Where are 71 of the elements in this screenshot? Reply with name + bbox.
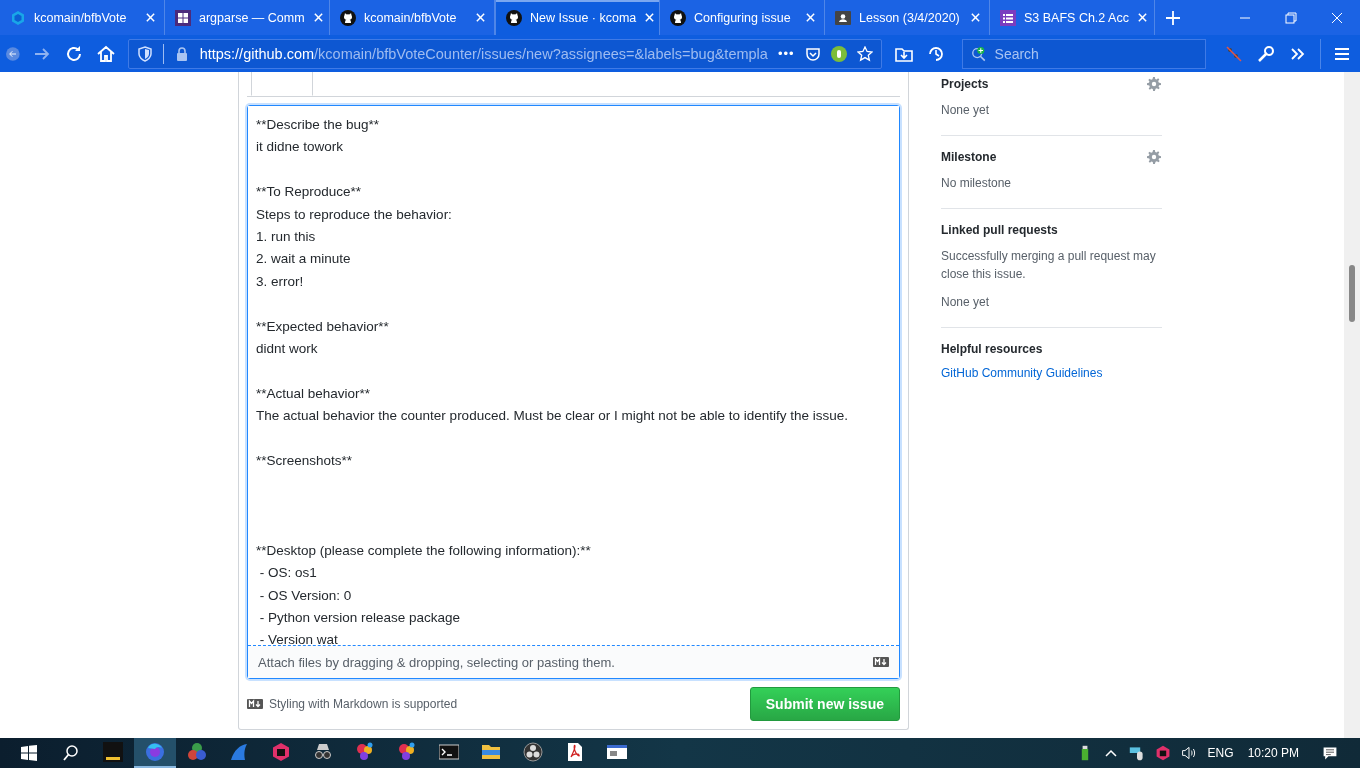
close-icon[interactable] — [475, 12, 486, 23]
cube-icon[interactable] — [1154, 745, 1171, 761]
search-icon — [970, 45, 987, 62]
markdown-icon — [247, 699, 263, 709]
browser-icon[interactable] — [145, 742, 165, 762]
search-field[interactable]: Search — [961, 38, 1206, 69]
tab-title: kcomain/bfbVote — [34, 10, 128, 25]
folder-icon[interactable] — [481, 742, 501, 762]
close-icon[interactable] — [1136, 12, 1148, 23]
list-icon — [1000, 9, 1016, 26]
section-heading: Helpful resources — [941, 342, 1043, 356]
address-bar[interactable]: https://github.com/kcomain/bfbVoteCounter/issues/new?assignees=&labels=bug&templa ••• — [127, 38, 882, 69]
tab-title: Configuring issue — [694, 10, 792, 25]
fin-icon[interactable] — [229, 742, 249, 762]
document-icon[interactable] — [565, 742, 585, 762]
cube-icon[interactable] — [271, 742, 291, 762]
search-input[interactable]: Search — [992, 44, 1197, 63]
guidelines-link[interactable]: GitHub Community Guidelines — [941, 366, 1103, 380]
close-icon[interactable] — [805, 12, 816, 23]
comment-field[interactable]: **Describe the bug** it didne towork **To Reproduce** Steps to reproduce the behavior: 1. run this 2. wait a minute 3. error! **Expected behavior** didnt work **Actual behavior** The actual behavior the counter produced. Must be clear or I might not be able to identify the issue. **Screenshots** **Desktop (please complete the following information):** - OS: os1 - OS Version: 0 - Python version release package - Version wat — [248, 106, 899, 646]
section-text: None yet — [941, 294, 991, 311]
tab-title: New Issue · kcoma — [530, 10, 637, 25]
star-icon[interactable] — [856, 45, 873, 62]
browser-tab[interactable]: New Issue · kcoma — [495, 0, 660, 35]
windows-logo-icon[interactable] — [19, 743, 39, 763]
shield-icon[interactable] — [136, 45, 153, 62]
record-icon[interactable] — [523, 742, 543, 762]
close-icon[interactable] — [312, 12, 324, 23]
settings-icon[interactable] — [1147, 150, 1161, 164]
home-icon[interactable] — [95, 43, 116, 64]
pocket-icon[interactable] — [804, 45, 821, 62]
section-heading: Projects — [941, 77, 989, 91]
section-heading: Linked pull requests — [941, 223, 1058, 237]
badge-icon[interactable] — [830, 45, 847, 62]
section-heading: Milestone — [941, 150, 997, 164]
spy-icon[interactable] — [313, 742, 333, 762]
cat-icon — [340, 9, 356, 26]
close-icon[interactable] — [644, 12, 656, 23]
paint-icon[interactable] — [355, 742, 375, 762]
language-indicator[interactable]: ENG — [1207, 746, 1234, 760]
paint-icon[interactable] — [397, 742, 417, 762]
terminal-icon[interactable] — [439, 742, 459, 762]
section-text: Successfully merging a pull request may close this issue. — [941, 248, 1157, 283]
close-icon[interactable] — [970, 12, 981, 23]
new-tab-icon[interactable] — [1165, 9, 1181, 26]
tab-title: Lesson (3/4/2020) — [859, 10, 961, 25]
url-text: https://github.com/kcomain/bfbVoteCounter/issues/new?assignees=&labels=bug&templa — [199, 45, 768, 62]
markdown-icon — [873, 657, 889, 667]
search-icon[interactable] — [61, 743, 81, 763]
section-text: None yet — [941, 102, 991, 119]
app-icon[interactable] — [103, 742, 123, 762]
volume-icon[interactable] — [1180, 745, 1197, 761]
cat-icon — [506, 9, 522, 26]
window-icon[interactable] — [607, 742, 627, 762]
circles-icon[interactable] — [187, 742, 207, 762]
more-button[interactable]: ••• — [777, 46, 795, 61]
settings-icon[interactable] — [1147, 77, 1161, 91]
keyboard-mouse-icon[interactable] — [1128, 745, 1145, 761]
person-card-icon — [835, 9, 851, 26]
close-icon[interactable] — [145, 12, 156, 23]
markdown-note[interactable]: Styling with Markdown is supported — [269, 697, 458, 711]
tab-title: kcomain/bfbVote — [364, 10, 458, 25]
cube-icon — [10, 9, 26, 26]
tab-title: S3 BAFS Ch.2 Acc — [1024, 10, 1129, 25]
section-text: No milestone — [941, 175, 1013, 192]
notifications-icon[interactable] — [1322, 745, 1338, 761]
grid-icon — [175, 9, 191, 26]
cat-icon — [670, 9, 686, 26]
clock[interactable]: 10:20 PM — [1247, 746, 1299, 760]
tab-title: argparse — Comm — [199, 10, 305, 25]
page-scrollbar[interactable] — [1344, 72, 1360, 738]
